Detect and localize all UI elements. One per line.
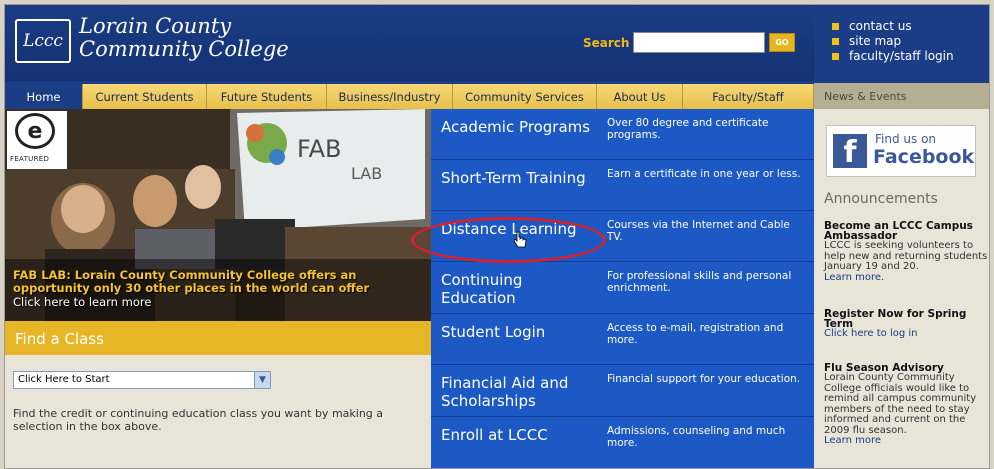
screen-text: FAB — [297, 135, 341, 163]
bullet-icon — [832, 52, 839, 60]
program-title: Financial Aid and Scholarships — [441, 374, 569, 410]
facebook-find-label: Find us on — [875, 132, 937, 146]
site-map-label: site map — [849, 34, 902, 48]
featured-badge: e FEATURED — [7, 111, 67, 169]
announcement-heading[interactable]: Register Now for Spring Term — [824, 309, 989, 330]
program-distance-learning[interactable]: Distance Learning Courses via the Intern… — [411, 211, 814, 263]
announcement-item: Become an LCCC Campus Ambassador LCCC is… — [824, 221, 989, 284]
announcement-body: Lorain County Community College official… — [824, 372, 977, 436]
facebook-icon: f — [833, 134, 867, 168]
search-go-button[interactable]: GO — [769, 33, 795, 52]
news-events-tab[interactable]: News & Events — [814, 83, 989, 109]
program-desc: Access to e-mail, registration and more. — [607, 322, 784, 346]
svg-text:LAB: LAB — [351, 164, 382, 183]
highlight-oval — [411, 217, 606, 263]
program-title: Short-Term Training — [441, 169, 586, 187]
program-desc: For professional skills and personal enr… — [607, 270, 792, 294]
tab-community-services[interactable]: Community Services — [453, 84, 597, 109]
tab-home[interactable]: Home — [5, 84, 83, 109]
bullet-icon — [832, 37, 839, 45]
program-student-login[interactable]: Student Login Access to e-mail, registra… — [431, 314, 814, 365]
bullet-icon — [832, 22, 839, 30]
search-label: Search — [583, 36, 630, 50]
announcement-item: Register Now for Spring Term Click here … — [824, 309, 989, 340]
announcement-item: Flu Season Advisory Lorain County Commun… — [824, 363, 989, 447]
feature-learn-more-link[interactable]: Click here to learn more — [13, 295, 151, 309]
search-input[interactable] — [633, 32, 765, 53]
site-map-link[interactable]: site map — [832, 34, 989, 48]
program-desc: Financial support for your education. — [607, 373, 801, 385]
announcement-body: LCCC is seeking volunteers to help new a… — [824, 240, 988, 272]
program-enroll[interactable]: Enroll at LCCC Admissions, counseling an… — [431, 417, 814, 468]
program-financial-aid[interactable]: Financial Aid and Scholarships Financial… — [431, 365, 814, 417]
find-class-description: Find the credit or continuing education … — [13, 407, 384, 433]
tab-current-students[interactable]: Current Students — [83, 84, 207, 109]
featured-e-icon: e — [15, 113, 55, 149]
program-desc: Admissions, counseling and much more. — [607, 425, 786, 449]
program-continuing-education[interactable]: Continuing Education For professional sk… — [431, 262, 814, 314]
chevron-down-icon[interactable]: ▼ — [254, 372, 270, 388]
program-title: Enroll at LCCC — [441, 426, 548, 444]
find-class-select-value: Click Here to Start — [18, 374, 110, 385]
announcement-link[interactable]: Click here to log in — [824, 328, 989, 340]
program-academic-programs[interactable]: Academic Programs Over 80 degree and cer… — [431, 109, 814, 160]
program-desc: Earn a certificate in one year or less. — [607, 168, 801, 180]
announcements-title: Announcements — [824, 191, 938, 207]
program-desc: Over 80 degree and certificate programs. — [607, 117, 769, 141]
contact-us-label: contact us — [849, 19, 912, 33]
tab-faculty-staff[interactable]: Faculty/Staff — [683, 84, 814, 109]
find-class-panel: Click Here to Start ▼ Find the credit or… — [5, 355, 431, 468]
program-title: Continuing Education — [441, 271, 523, 307]
announcement-heading[interactable]: Become an LCCC Campus Ambassador — [824, 221, 989, 242]
logo-text: Lccc — [23, 31, 63, 51]
announcement-link[interactable]: Learn more — [824, 435, 989, 447]
facebook-button[interactable]: f Find us on Facebook — [826, 125, 976, 177]
college-name[interactable]: Lorain County Community College — [79, 15, 289, 61]
featured-label: FEATURED — [10, 155, 50, 163]
faculty-staff-login-link[interactable]: faculty/staff login — [832, 49, 989, 63]
faculty-staff-login-label: faculty/staff login — [849, 49, 954, 63]
program-title: Academic Programs — [441, 118, 591, 136]
college-name-line1: Lorain County — [79, 14, 232, 38]
tab-business-industry[interactable]: Business/Industry — [327, 84, 453, 109]
program-short-term-training[interactable]: Short-Term Training Earn a certificate i… — [431, 160, 814, 211]
feature-photo[interactable]: FAB LAB e FEATURED FAB LAB: Lorain Count… — [5, 109, 431, 321]
announcement-link[interactable]: Learn more. — [824, 272, 989, 284]
find-class-header: Find a Class — [5, 321, 431, 355]
main-nav: Home Current Students Future Students Bu… — [5, 81, 814, 109]
tab-future-students[interactable]: Future Students — [207, 84, 327, 109]
sidebar: f Find us on Facebook Announcements Beco… — [814, 109, 989, 468]
page: Lccc Lorain County Community College Sea… — [4, 4, 990, 469]
college-logo[interactable]: Lccc — [15, 19, 71, 63]
hand-cursor-icon — [513, 231, 527, 248]
find-class-select[interactable]: Click Here to Start ▼ — [13, 371, 271, 389]
contact-us-link[interactable]: contact us — [832, 19, 989, 33]
program-desc: Courses via the Internet and Cable TV. — [607, 219, 790, 243]
tab-about-us[interactable]: About Us — [597, 84, 683, 109]
college-name-line2: Community College — [79, 37, 289, 61]
program-title: Student Login — [441, 323, 546, 341]
facebook-name: Facebook — [873, 146, 975, 168]
programs-menu: Academic Programs Over 80 degree and cer… — [411, 109, 814, 468]
feature-caption[interactable]: FAB LAB: Lorain County Community College… — [13, 269, 425, 295]
